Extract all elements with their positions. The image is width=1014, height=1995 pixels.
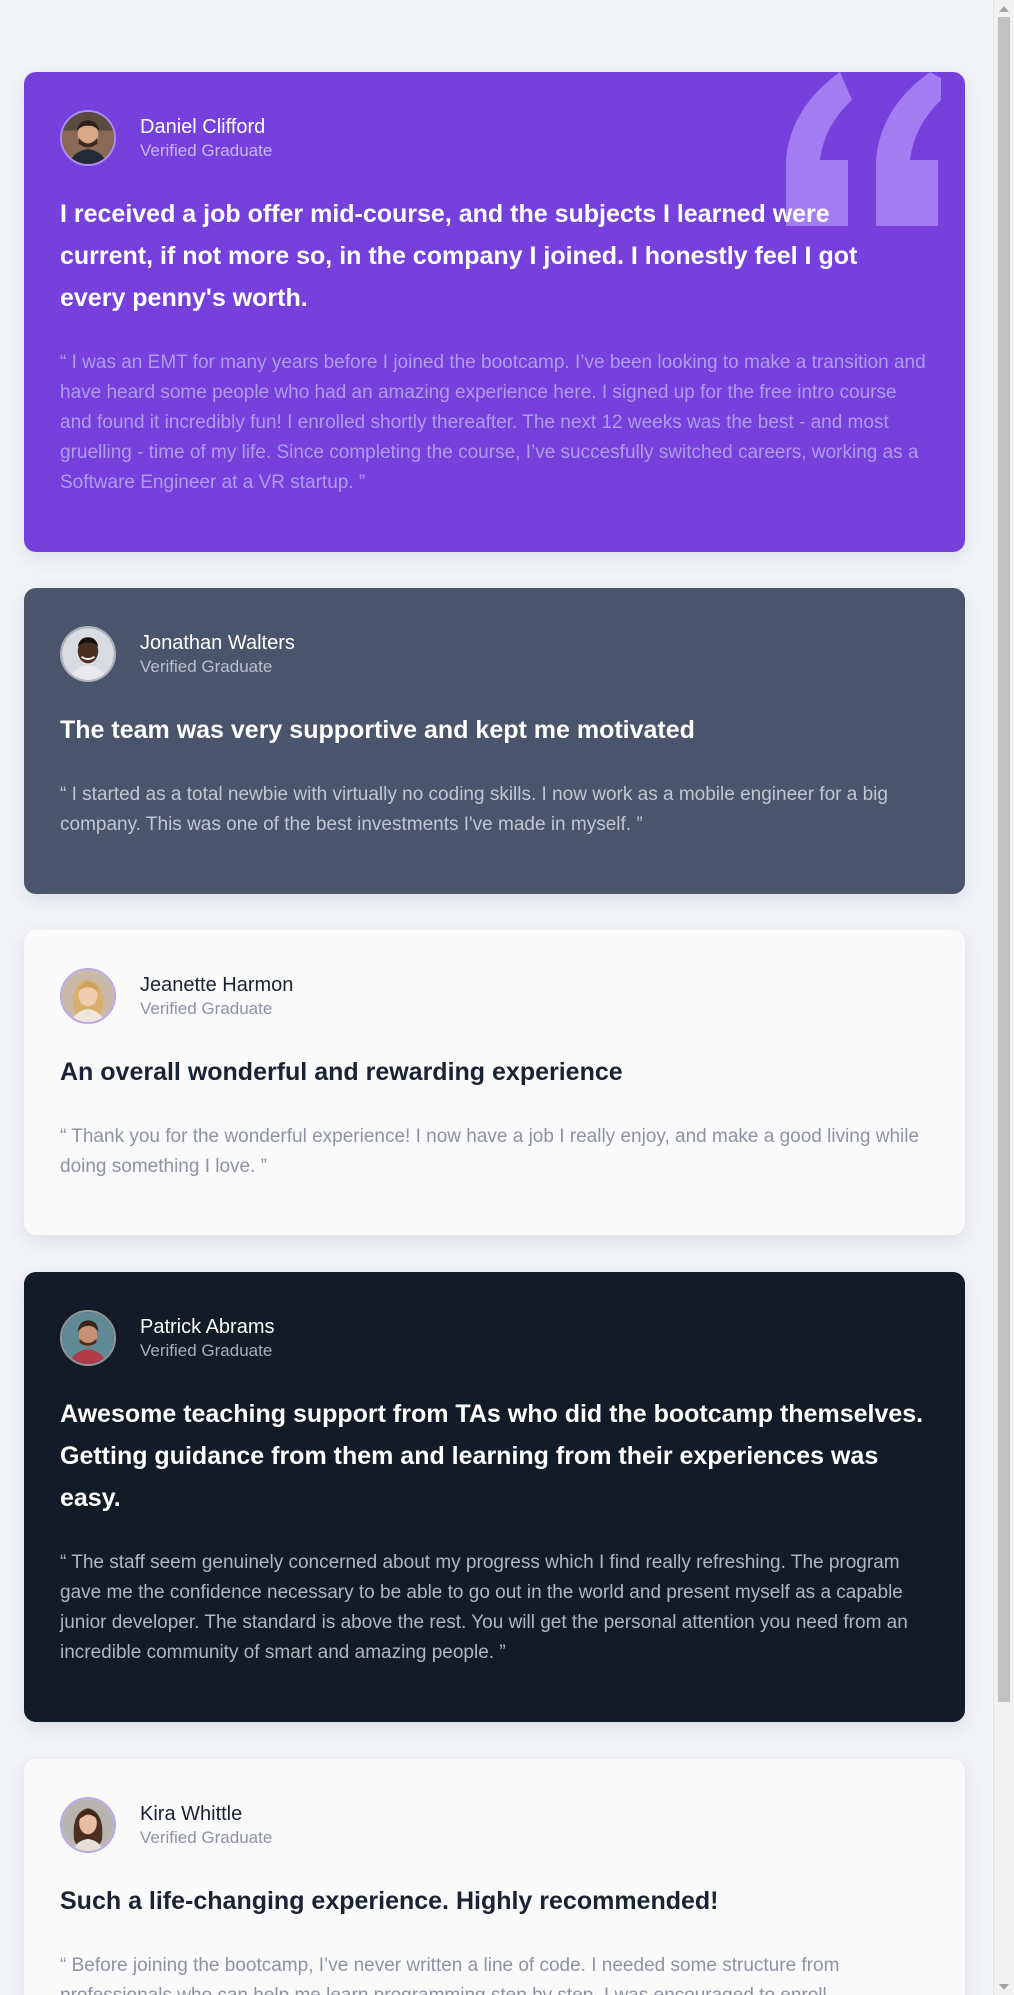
author-status: Verified Graduate [140,140,273,160]
author-info: Jeanette Harmon Verified Graduate [140,973,293,1020]
author-status: Verified Graduate [140,1827,273,1847]
testimonial-card-patrick-abrams: Patrick Abrams Verified Graduate Awesome… [24,1272,965,1722]
avatar [60,110,116,166]
testimonial-card-jonathan-walters: Jonathan Walters Verified Graduate The t… [24,588,965,894]
testimonial-body: “ I started as a total newbie with virtu… [60,784,888,835]
author-info: Daniel Clifford Verified Graduate [140,115,272,162]
author-status: Verified Graduate [140,656,273,676]
scroll-up-arrow-icon[interactable] [994,0,1014,17]
author-name: Jeanette Harmon [140,973,294,996]
testimonial-body: “ I was an EMT for many years before I j… [60,352,926,493]
avatar [60,626,116,682]
avatar [60,968,116,1024]
author-status: Verified Graduate [140,1340,273,1360]
author-name: Daniel Clifford [140,115,266,138]
testimonial-card-daniel-clifford: Daniel Clifford Verified Graduate I rece… [24,72,965,552]
avatar [60,1797,116,1853]
scroll-down-arrow-icon[interactable] [994,1978,1014,1995]
author-row: Patrick Abrams Verified Graduate [60,1308,929,1368]
author-info: Kira Whittle Verified Graduate [140,1802,272,1849]
vertical-scrollbar[interactable] [993,0,1014,1995]
testimonial-body: “ Before joining the bootcamp, I’ve neve… [60,1955,840,1995]
testimonials-page: Daniel Clifford Verified Graduate I rece… [0,0,993,1995]
testimonial-card-jeanette-harmon: Jeanette Harmon Verified Graduate An ove… [24,930,965,1235]
scrollbar-thumb[interactable] [998,17,1010,1702]
author-info: Patrick Abrams Verified Graduate [140,1315,274,1362]
author-name: Patrick Abrams [140,1315,275,1338]
author-row: Daniel Clifford Verified Graduate [60,108,929,168]
testimonial-card-kira-whittle: Kira Whittle Verified Graduate Such a li… [24,1759,965,1995]
testimonial-headline: The team was very supportive and kept me… [60,716,695,744]
author-row: Kira Whittle Verified Graduate [60,1795,929,1855]
testimonial-body: “ The staff seem genuinely concerned abo… [60,1552,908,1663]
avatar [60,1310,116,1366]
author-row: Jonathan Walters Verified Graduate [60,624,929,684]
author-status: Verified Graduate [140,998,273,1018]
author-name: Jonathan Walters [140,631,295,654]
author-name: Kira Whittle [140,1802,243,1825]
testimonial-headline: An overall wonderful and rewarding exper… [60,1058,623,1086]
author-row: Jeanette Harmon Verified Graduate [60,966,929,1026]
testimonial-headline: Such a life-changing experience. Highly … [60,1887,719,1915]
testimonial-headline: Awesome teaching support from TAs who di… [60,1400,924,1512]
author-info: Jonathan Walters Verified Graduate [140,631,295,678]
testimonial-body: “ Thank you for the wonderful experience… [60,1126,920,1177]
testimonial-headline: I received a job offer mid-course, and t… [60,200,858,312]
